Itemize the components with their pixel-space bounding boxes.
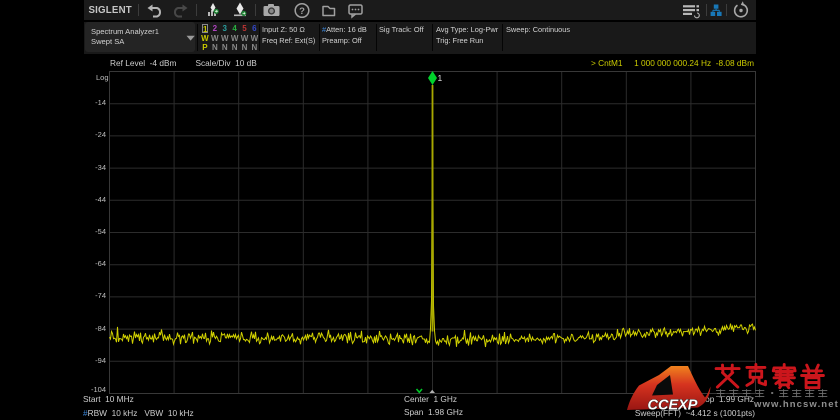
svg-text:CCEXP: CCEXP	[648, 398, 698, 414]
svg-text:?: ?	[299, 6, 305, 17]
